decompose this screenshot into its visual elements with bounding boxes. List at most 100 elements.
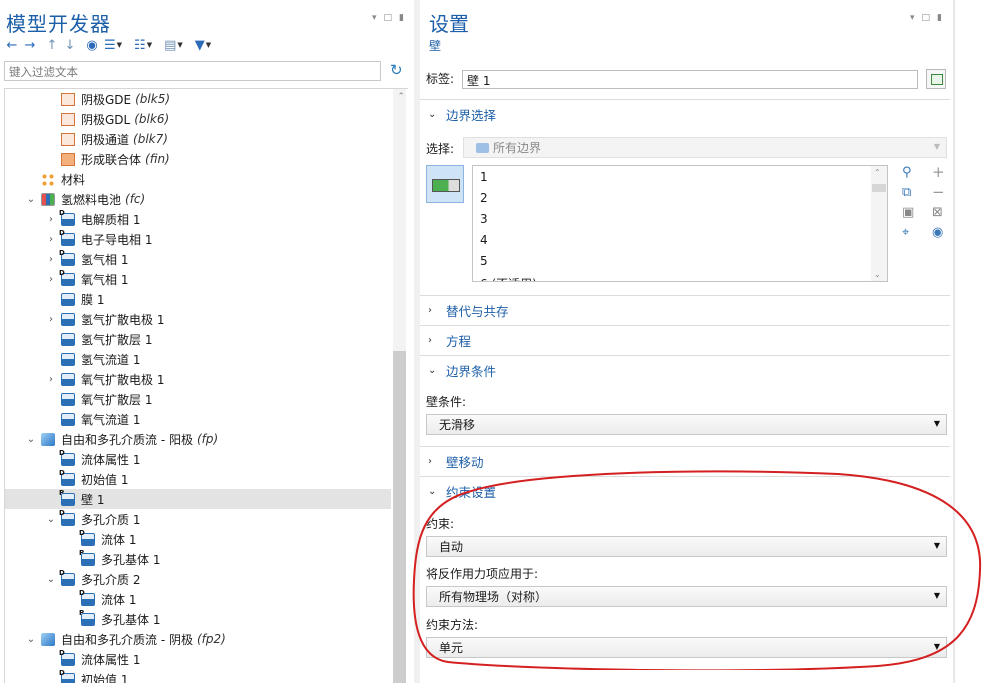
tree-filter-input[interactable]: 键入过滤文本 (4, 61, 381, 81)
tree-item[interactable]: 氧气流道 1 (5, 409, 391, 429)
tree-item[interactable]: 多孔基体 1 (5, 609, 391, 629)
chevron-down-icon[interactable]: ⌄ (25, 434, 37, 445)
list-item[interactable]: 5 (480, 254, 488, 268)
panel-maximize-icon[interactable]: □ (384, 13, 393, 23)
chevron-down-icon[interactable]: ⌄ (25, 634, 37, 645)
tree-item[interactable]: 材料 (5, 169, 391, 189)
tree-item[interactable]: 阴极GDE (blk5) (5, 89, 391, 109)
clear-selection-icon[interactable]: ⊠ (932, 205, 943, 220)
tree-item[interactable]: 初始值 1 (5, 669, 391, 683)
filter-icon[interactable]: ▼ ▼ (193, 36, 213, 54)
chevron-down-icon[interactable]: ⌄ (45, 574, 57, 585)
tree-item[interactable]: 流体属性 1 (5, 649, 391, 669)
list-scroll-thumb[interactable] (872, 184, 886, 192)
dropdown-arrow-icon: ▼ (933, 642, 940, 651)
section-equation[interactable]: › 方程 (420, 325, 950, 355)
chevron-down-icon[interactable]: ⌄ (25, 194, 37, 205)
chevron-down-icon: ⌄ (428, 486, 437, 497)
chevron-right-icon[interactable]: › (45, 254, 57, 265)
chevron-right-icon[interactable]: › (45, 214, 57, 225)
show-icon[interactable]: ◉ (84, 36, 100, 54)
tree-item[interactable]: ⌄ 多孔介质 2 (5, 569, 391, 589)
active-selection-toggle[interactable] (426, 165, 464, 203)
move-up-icon[interactable]: ↑ (44, 36, 60, 54)
scroll-up-icon[interactable]: ⌃ (397, 92, 405, 102)
tree-item[interactable]: › 氧气扩散电极 1 (5, 369, 391, 389)
chevron-right-icon[interactable]: › (45, 374, 57, 385)
settings-menu-icon[interactable]: ▾ (910, 13, 915, 23)
model-builder-panel: 模型开发器 ▾ □ ▮ ← → ↑ ↓ ◉ ☰ ▼ ☷ ▼ ▤ ▼ ▼ ▼ 键入过滤文本… (0, 0, 414, 683)
expand-menu-icon[interactable]: ☰ ▼ (102, 36, 124, 54)
panel-pin-icon[interactable]: ▮ (399, 13, 404, 23)
list-item[interactable]: 1 (480, 170, 488, 184)
tree-item[interactable]: ⌄ 多孔介质 1 (5, 509, 391, 529)
tree-item[interactable]: › 氢气相 1 (5, 249, 391, 269)
list-item[interactable]: 2 (480, 191, 488, 205)
selection-combobox[interactable]: 所有边界 ▼ (463, 137, 947, 158)
collapse-menu-icon[interactable]: ☷ ▼ (132, 36, 154, 54)
label-input[interactable]: 壁 1 (462, 70, 918, 89)
chevron-down-icon[interactable]: ⌄ (45, 514, 57, 525)
tree-item[interactable]: 流体 1 (5, 589, 391, 609)
scroll-up-icon[interactable]: ⌃ (874, 168, 881, 177)
zoom-to-selection-icon[interactable]: ⌖ (902, 225, 909, 240)
tree-item[interactable]: 氢气流道 1 (5, 349, 391, 369)
chevron-right-icon[interactable]: › (45, 274, 57, 285)
show-selection-icon[interactable]: ◉ (932, 225, 943, 240)
list-view-icon[interactable]: ▤ ▼ (162, 36, 185, 54)
back-arrow-icon[interactable]: ← (4, 36, 20, 54)
settings-scrollbar[interactable] (953, 0, 955, 683)
add-icon[interactable]: + (932, 163, 945, 181)
section-wall-movement[interactable]: › 壁移动 (420, 446, 950, 476)
list-item[interactable]: 6 (不适用) (480, 275, 537, 281)
tree-item-label: 氢气扩散层 1 (81, 332, 153, 347)
scroll-down-icon[interactable]: ⌄ (874, 270, 881, 279)
tree-item[interactable]: › 电子导电相 1 (5, 229, 391, 249)
tree-item[interactable]: ⌄ 自由和多孔介质流 - 阳极 (fp) (5, 429, 391, 449)
refresh-icon[interactable]: ↻ (390, 61, 403, 79)
select-entities-icon[interactable]: ⚲ (902, 165, 912, 180)
panel-menu-icon[interactable]: ▾ (372, 13, 377, 23)
settings-maximize-icon[interactable]: □ (922, 13, 931, 23)
tree-item[interactable]: › 电解质相 1 (5, 209, 391, 229)
section-boundary-selection[interactable]: ⌄ 边界选择 (420, 99, 950, 129)
reaction-select[interactable]: 所有物理场（对称） ▼ (426, 586, 947, 607)
move-down-icon[interactable]: ↓ (62, 36, 78, 54)
tree-item-tag: (blk5) (135, 92, 171, 106)
tree-item[interactable]: 阴极通道 (blk7) (5, 129, 391, 149)
label-apply-button[interactable] (926, 69, 946, 89)
tree-item[interactable]: 初始值 1 (5, 469, 391, 489)
tree-item[interactable]: 流体属性 1 (5, 449, 391, 469)
tree-item[interactable]: 膜 1 (5, 289, 391, 309)
tree-item[interactable]: 多孔基体 1 (5, 549, 391, 569)
wall-condition-select[interactable]: 无滑移 ▼ (426, 414, 947, 435)
method-select[interactable]: 单元 ▼ (426, 637, 947, 658)
paste-selection-icon[interactable]: ▣ (902, 205, 914, 220)
tree-item[interactable]: 氢气扩散层 1 (5, 329, 391, 349)
tree-item[interactable]: 壁 1 (5, 489, 391, 509)
list-item[interactable]: 3 (480, 212, 488, 226)
forward-arrow-icon[interactable]: → (22, 36, 38, 54)
tree-item[interactable]: › 氧气相 1 (5, 269, 391, 289)
copy-selection-icon[interactable]: ⧉ (902, 185, 911, 200)
tree-scroll-thumb[interactable] (393, 351, 406, 683)
list-item[interactable]: 4 (480, 233, 488, 247)
constraint-select[interactable]: 自动 ▼ (426, 536, 947, 557)
tree-item[interactable]: 形成联合体 (fin) (5, 149, 391, 169)
section-boundary-condition[interactable]: ⌄ 边界条件 (420, 355, 950, 385)
tree-item-label: 氢燃料电池 (61, 192, 122, 207)
boundary-list[interactable]: 6 (不适用) 5 4 3 2 1 ⌃ ⌄ (472, 165, 888, 282)
tree-item[interactable]: ⌄ 自由和多孔介质流 - 阴极 (fp2) (5, 629, 391, 649)
tree-item[interactable]: 流体 1 (5, 529, 391, 549)
section-override[interactable]: › 替代与共存 (420, 295, 950, 325)
settings-pin-icon[interactable]: ▮ (937, 13, 942, 23)
tree-item[interactable]: ⌄ 氢燃料电池 (fc) (5, 189, 391, 209)
tree-item[interactable]: › 氢气扩散电极 1 (5, 309, 391, 329)
section-constraint-settings[interactable]: ⌄ 约束设置 (420, 476, 950, 506)
tree-item[interactable]: 氧气扩散层 1 (5, 389, 391, 409)
remove-icon[interactable]: − (932, 183, 945, 201)
list-scrollbar[interactable]: ⌃ ⌄ (871, 166, 887, 281)
chevron-right-icon[interactable]: › (45, 234, 57, 245)
tree-item[interactable]: 阴极GDL (blk6) (5, 109, 391, 129)
chevron-right-icon[interactable]: › (45, 314, 57, 325)
